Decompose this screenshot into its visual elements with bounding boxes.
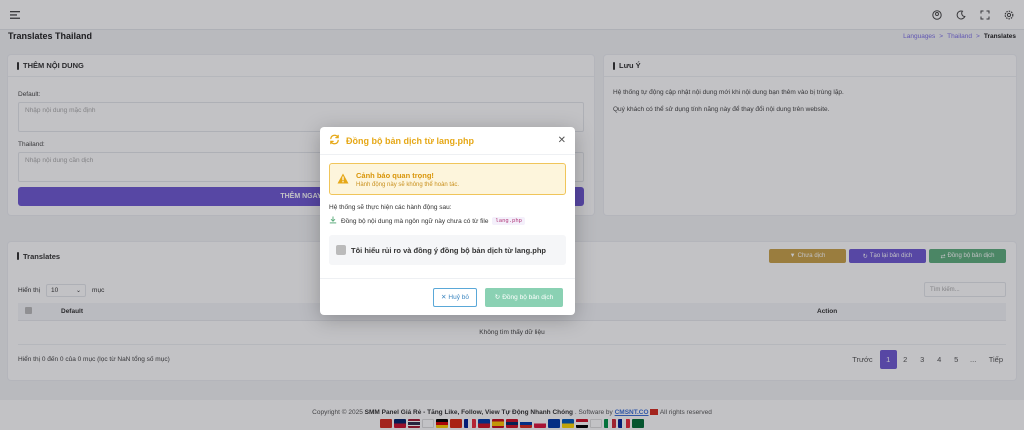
modal-action-item: Đồng bộ nội dung mà ngôn ngữ này chưa có… xyxy=(329,216,566,226)
agree-checkbox[interactable] xyxy=(336,245,346,255)
lang-file-code: lang.php xyxy=(492,217,525,225)
sync-translation-modal: Đồng bộ bản dịch từ lang.php ✕ Cảnh báo … xyxy=(320,127,575,315)
cancel-button[interactable]: ✕ Huỷ bỏ xyxy=(433,287,477,307)
warning-title: Cảnh báo quan trọng! xyxy=(356,170,434,180)
warning-alert: Cảnh báo quan trọng! Hành động này sẽ kh… xyxy=(329,163,566,195)
agree-text[interactable]: Tôi hiểu rủi ro và đồng ý đồng bộ bản dị… xyxy=(351,246,546,255)
close-icon: ✕ xyxy=(440,294,447,301)
sync-icon: ↻ xyxy=(494,294,501,301)
download-icon xyxy=(329,216,337,226)
agree-row[interactable]: Tôi hiểu rủi ro và đồng ý đồng bộ bản dị… xyxy=(329,235,566,265)
confirm-sync-button[interactable]: ↻ Đồng bộ bản dịch xyxy=(485,287,563,307)
modal-title: Đồng bộ bản dịch từ lang.php xyxy=(346,135,474,146)
warning-subtitle: Hành động này sẽ không thể hoàn tác. xyxy=(356,181,460,188)
close-icon[interactable]: ✕ xyxy=(558,135,566,146)
modal-intro-text: Hệ thống sẽ thực hiện các hành động sau: xyxy=(329,204,452,211)
warning-triangle-icon xyxy=(337,173,349,186)
action-item-text: Đồng bộ nội dung mà ngôn ngữ này chưa có… xyxy=(341,217,489,225)
sync-icon xyxy=(329,134,340,147)
